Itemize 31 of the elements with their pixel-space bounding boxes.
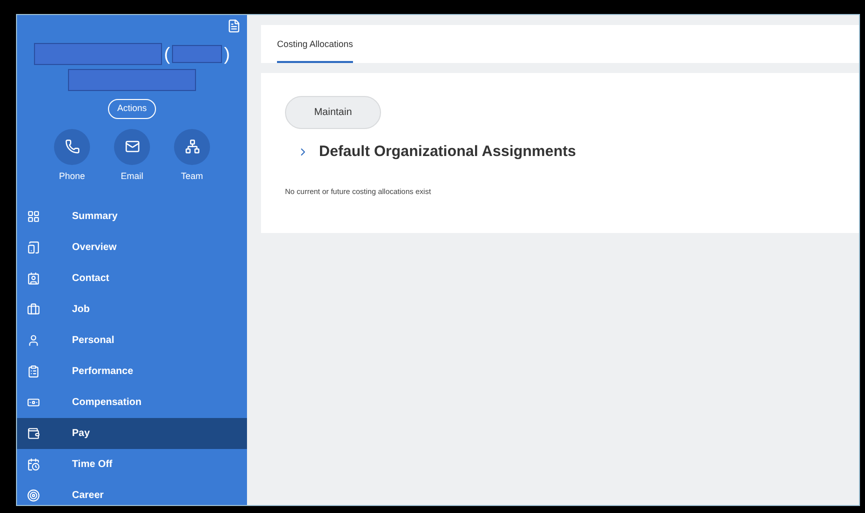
contact-card-icon xyxy=(27,272,40,285)
clipboard-icon xyxy=(27,365,40,378)
briefcase-icon xyxy=(27,303,40,316)
mail-icon xyxy=(124,139,140,154)
grid-icon xyxy=(27,210,40,223)
parenthesis: ( xyxy=(164,45,170,63)
wallet-icon xyxy=(27,427,40,440)
banknote-icon xyxy=(27,396,40,409)
sidebar-item[interactable]: Summary xyxy=(17,201,247,232)
sidebar-item[interactable]: Time Off xyxy=(17,449,247,480)
person-icon xyxy=(27,334,40,347)
sidebar-item[interactable]: Compensation xyxy=(17,387,247,418)
phone-icon xyxy=(64,139,80,154)
tablet-icon xyxy=(27,241,40,254)
tab[interactable]: Costing Allocations xyxy=(277,38,354,63)
sidebar-item[interactable]: Job xyxy=(17,294,247,325)
pdf-icon[interactable] xyxy=(227,19,241,33)
network-icon xyxy=(184,139,200,154)
sidebar-item[interactable]: Personal xyxy=(17,325,247,356)
sidebar-item[interactable]: Contact xyxy=(17,263,247,294)
sidebar-item[interactable]: Performance xyxy=(17,356,247,387)
section-title: Default Organizational Assignments xyxy=(319,142,576,162)
redacted-block xyxy=(172,45,222,63)
actions-button[interactable]: Actions xyxy=(108,99,156,118)
parenthesis: ) xyxy=(224,45,230,63)
calendar-icon xyxy=(27,458,40,471)
sidebar-item[interactable]: Career xyxy=(17,480,247,505)
target-icon xyxy=(27,489,40,502)
maintain-button[interactable]: Maintain xyxy=(285,96,381,129)
sidebar-item[interactable]: Pay xyxy=(17,418,247,449)
sidebar-item[interactable]: Overview xyxy=(17,232,247,263)
